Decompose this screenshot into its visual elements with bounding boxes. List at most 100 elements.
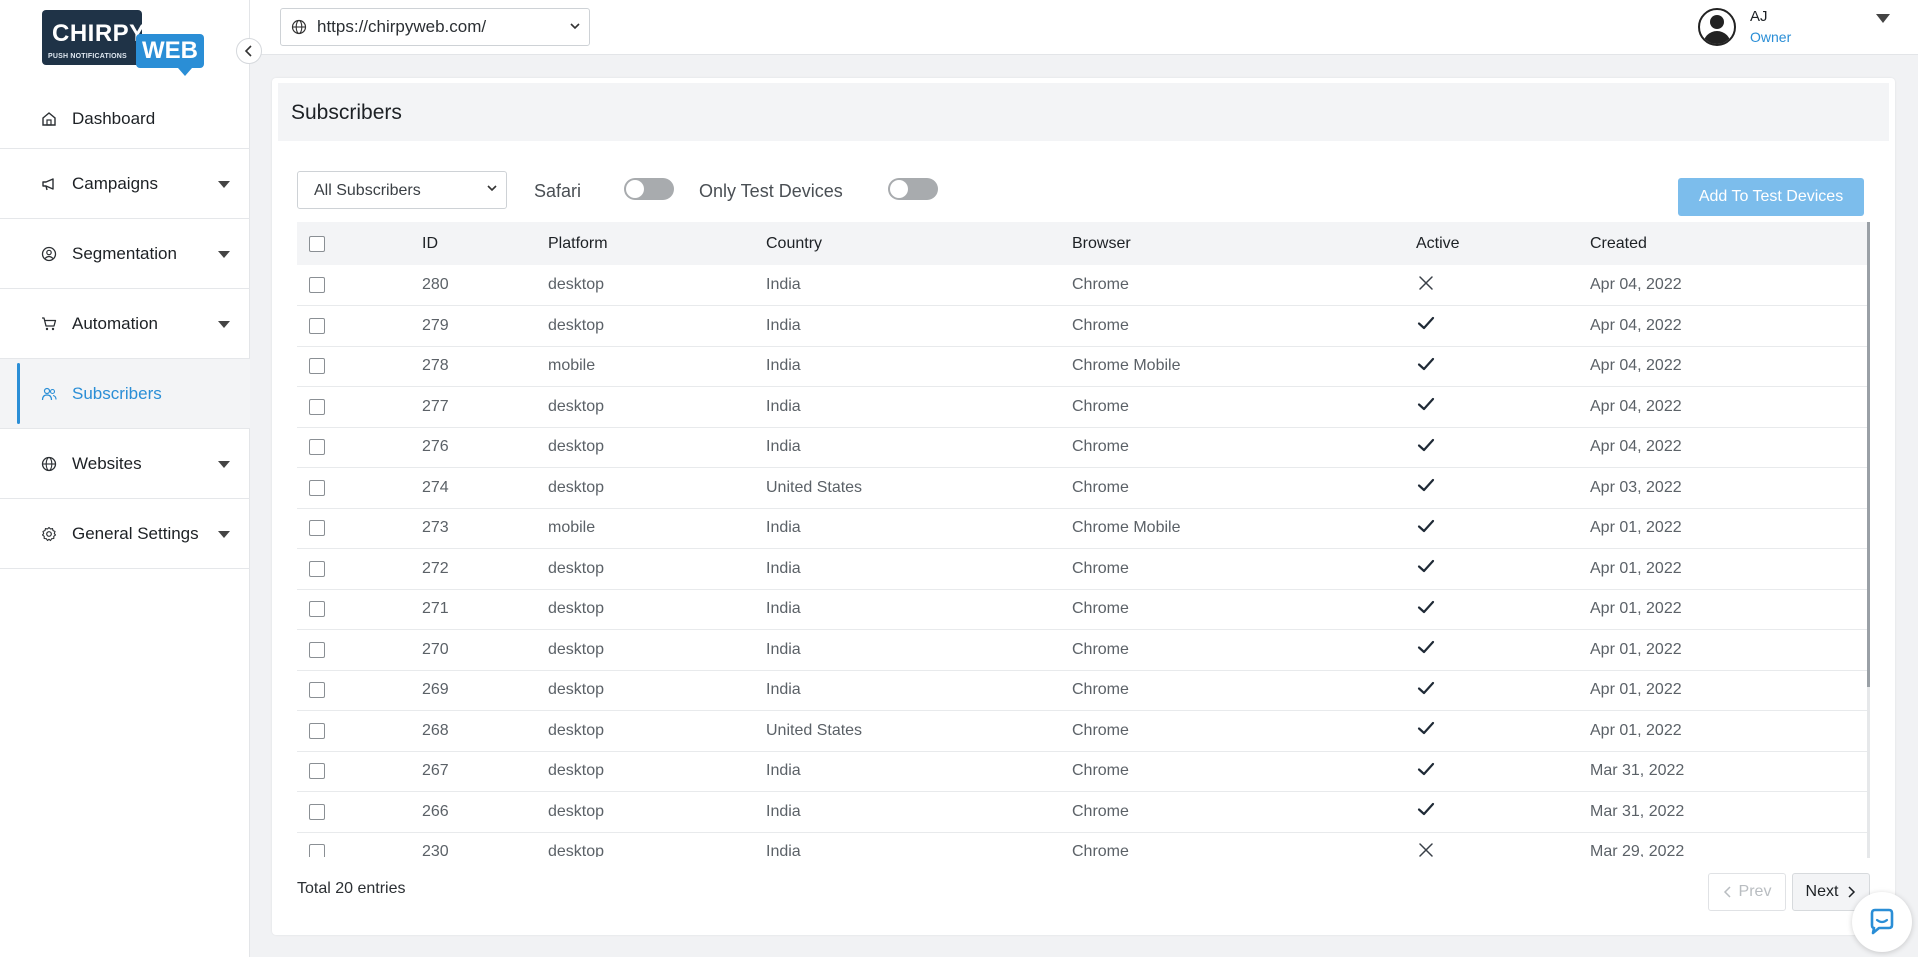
sidebar-item-dashboard[interactable]: Dashboard (0, 90, 250, 149)
column-header-active[interactable]: Active (1416, 222, 1590, 265)
row-checkbox[interactable] (309, 479, 325, 496)
sidebar-collapse-button[interactable] (236, 38, 262, 64)
row-checkbox[interactable] (309, 763, 325, 780)
select-all-cell (297, 222, 422, 265)
cell-id: 279 (422, 316, 449, 334)
chevron-left-icon (244, 45, 252, 57)
cell-browser: Chrome (1072, 276, 1129, 293)
row-select-cell (297, 670, 422, 711)
column-header-id[interactable]: ID (422, 222, 548, 265)
subscriber-filter-select[interactable]: All Subscribers (297, 171, 507, 209)
cell-active (1416, 589, 1590, 630)
row-checkbox[interactable] (309, 682, 325, 699)
cell-active (1416, 346, 1590, 387)
next-page-label: Next (1805, 883, 1839, 900)
sidebar-item-label: Dashboard (72, 109, 156, 128)
row-select-cell (297, 427, 422, 468)
cell-id: 267 (422, 762, 449, 780)
subscribers-table-container[interactable]: ID Platform Country Browser Active Creat… (297, 222, 1869, 857)
row-select-cell (297, 589, 422, 630)
row-select-cell (297, 549, 422, 590)
cell-created: Apr 04, 2022 (1590, 316, 1682, 334)
cell-platform: desktop (548, 681, 605, 699)
check-icon (1417, 357, 1435, 370)
column-header-platform[interactable]: Platform (548, 222, 766, 265)
row-checkbox[interactable] (309, 844, 325, 857)
cell-browser: Chrome (1072, 316, 1129, 334)
cell-active (1416, 549, 1590, 590)
cell-active (1416, 751, 1590, 792)
row-checkbox[interactable] (309, 358, 325, 375)
sidebar-item-subscribers[interactable]: Subscribers (0, 359, 250, 429)
row-checkbox[interactable] (309, 277, 325, 293)
sidebar-item-segmentation[interactable]: Segmentation (0, 219, 250, 289)
row-checkbox[interactable] (309, 803, 325, 820)
row-select-cell (297, 387, 422, 428)
row-checkbox[interactable] (309, 317, 325, 334)
prev-page-button[interactable]: Prev (1708, 873, 1786, 911)
check-icon (1417, 641, 1435, 654)
cell-active (1416, 387, 1590, 428)
column-header-country[interactable]: Country (766, 222, 1072, 265)
row-select-cell (297, 711, 422, 752)
row-checkbox[interactable] (309, 520, 325, 537)
cell-country: India (766, 519, 801, 537)
chat-widget-button[interactable] (1852, 892, 1912, 952)
subscribers-table: ID Platform Country Browser Active Creat… (297, 222, 1869, 857)
table-row: 271 desktop India Chrome Apr 01, 2022 (297, 589, 1869, 630)
cell-platform: desktop (548, 802, 605, 820)
table-row: 266 desktop India Chrome Mar 31, 2022 (297, 792, 1869, 832)
table-row: 278 mobile India Chrome Mobile Apr 04, 2022 (297, 346, 1869, 387)
check-icon (1417, 681, 1435, 694)
row-select-cell (297, 346, 422, 387)
row-checkbox[interactable] (309, 641, 325, 658)
sidebar-item-label: General Settings (72, 523, 199, 543)
sidebar-item-label: Automation (72, 313, 158, 333)
row-checkbox[interactable] (309, 439, 325, 456)
cell-platform: desktop (548, 600, 605, 618)
safari-toggle[interactable] (624, 178, 674, 200)
cell-id: 276 (422, 438, 449, 456)
scrollbar-thumb[interactable] (1867, 222, 1870, 687)
table-header-row: ID Platform Country Browser Active Creat… (297, 222, 1869, 265)
caret-down-icon (218, 180, 230, 188)
close-icon (1419, 275, 1433, 290)
check-icon (1417, 762, 1435, 775)
test-devices-toggle[interactable] (888, 178, 938, 200)
sidebar-item-automation[interactable]: Automation (0, 289, 250, 359)
total-entries: Total 20 entries (297, 880, 406, 897)
sidebar-item-campaigns[interactable]: Campaigns (0, 149, 250, 219)
prev-page-label: Prev (1738, 883, 1772, 900)
cell-id: 278 (422, 357, 449, 375)
row-checkbox[interactable] (309, 398, 325, 415)
cell-browser: Chrome (1072, 640, 1129, 658)
cell-active (1416, 508, 1590, 549)
row-checkbox[interactable] (309, 560, 325, 577)
subscribers-card: Subscribers All Subscribers Safari Only … (272, 78, 1895, 935)
cell-browser: Chrome (1072, 681, 1129, 699)
table-row: 277 desktop India Chrome Apr 04, 2022 (297, 387, 1869, 428)
cell-id: 269 (422, 681, 449, 699)
row-select-cell (297, 832, 422, 857)
column-header-browser[interactable]: Browser (1072, 222, 1416, 265)
add-to-test-devices-button[interactable]: Add To Test Devices (1678, 178, 1864, 216)
sidebar-item-general-settings[interactable]: General Settings (0, 499, 250, 569)
chirpyweb-logo[interactable]: CHIRPY PUSH NOTIFICATIONS WEB (42, 10, 206, 76)
table-body: 280 desktop India Chrome Apr 04, 2022 279 desk… (297, 265, 1869, 857)
table-scrollbar[interactable] (1867, 222, 1870, 858)
chevron-left-icon (1723, 886, 1731, 898)
page-title: Subscribers (291, 101, 402, 124)
column-header-created[interactable]: Created (1590, 222, 1869, 265)
cell-created: Mar 31, 2022 (1590, 802, 1685, 820)
sidebar-item-websites[interactable]: Websites (0, 429, 250, 499)
user-menu[interactable]: AJ Owner (1698, 0, 1918, 55)
cell-active (1416, 427, 1590, 468)
cell-active (1416, 670, 1590, 711)
cell-id: 277 (422, 397, 449, 415)
row-checkbox[interactable] (309, 601, 325, 618)
cell-browser: Chrome (1072, 397, 1129, 415)
select-all-checkbox[interactable] (309, 235, 325, 252)
row-checkbox[interactable] (309, 722, 325, 739)
website-select[interactable]: https://chirpyweb.com/ (280, 8, 590, 46)
cell-platform: desktop (548, 762, 605, 780)
